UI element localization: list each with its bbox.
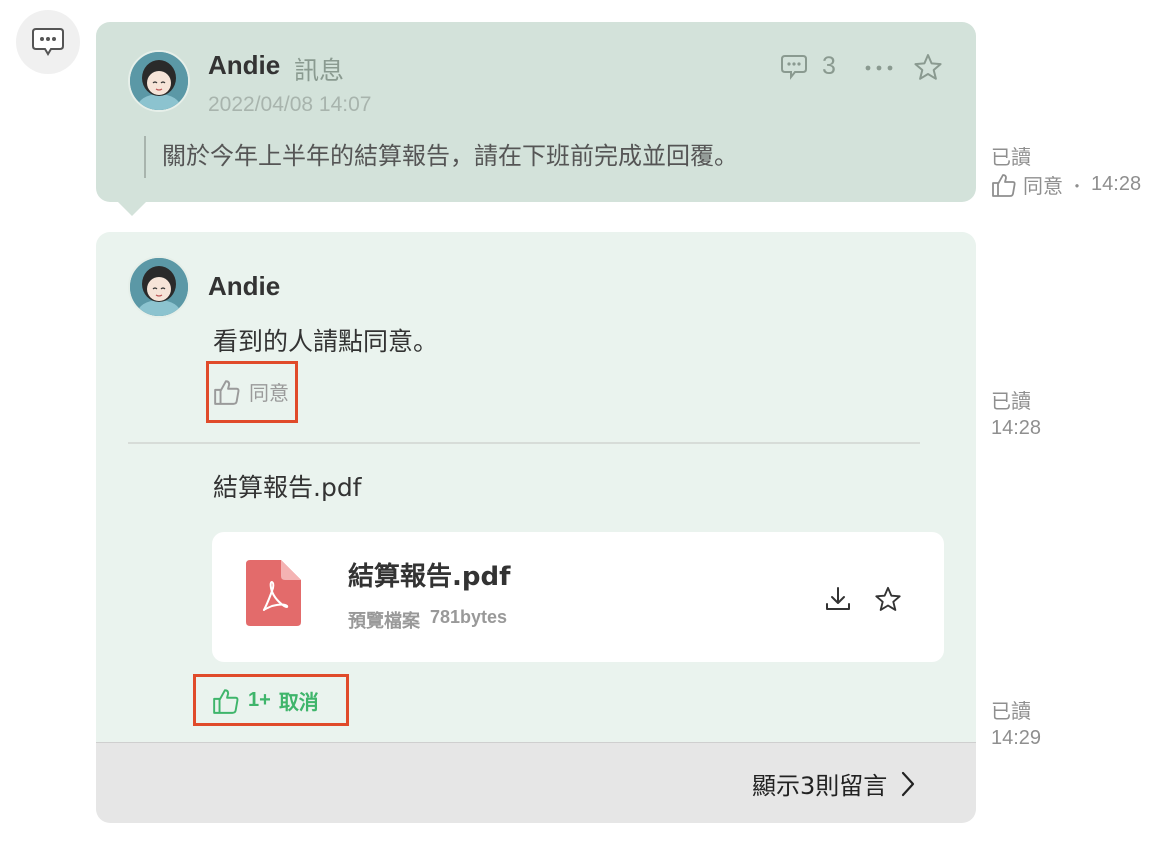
post-type-label: 訊息 (294, 56, 345, 85)
star-icon (914, 54, 942, 80)
comment1-read-status: 已讀 (991, 389, 1031, 413)
comment2-read-status: 已讀 (991, 699, 1031, 723)
post-author-name[interactable]: Andie (208, 50, 280, 81)
show-comments-label: 顯示3則留言 (752, 772, 888, 800)
agree-button[interactable]: 同意 (213, 377, 289, 406)
post-status-separator: ・ (1069, 176, 1086, 196)
file-size: 781bytes (430, 607, 508, 627)
post-agree-label: 同意 (1023, 174, 1063, 198)
comment-author-avatar[interactable] (128, 256, 190, 318)
comment2-time: 14:29 (991, 727, 1042, 749)
agree-count: 1+ (248, 689, 271, 711)
comment1-time: 14:28 (991, 417, 1042, 439)
comment-author-name[interactable]: Andie (208, 271, 280, 302)
favorite-file-button[interactable] (874, 586, 902, 616)
thumbs-up-icon (214, 379, 240, 405)
avatar-image (130, 258, 188, 316)
thumbs-up-icon (213, 688, 239, 714)
post-agree-status: 同意 ・ 14:28 (991, 170, 1141, 199)
chat-bubble-icon (32, 28, 64, 56)
cancel-agree-label: 取消 (278, 690, 319, 714)
comment-icon (781, 54, 807, 80)
file-meta: 預覽檔案 781bytes (348, 607, 507, 633)
download-icon (826, 587, 850, 610)
comment-count-button[interactable]: 3 (780, 52, 836, 81)
comments-panel (96, 232, 976, 822)
post-status-time: 14:28 (1091, 173, 1142, 195)
attachment-message: 結算報告.pdf (213, 473, 362, 502)
file-name[interactable]: 結算報告.pdf (348, 556, 510, 593)
chevron-right-icon (902, 771, 915, 796)
post-header-tail (116, 200, 148, 216)
star-icon (875, 586, 901, 611)
agreed-toggle-button[interactable]: 1+ 取消 (212, 686, 319, 715)
author-avatar[interactable] (128, 50, 190, 112)
show-comments-button[interactable]: 顯示3則留言 (752, 766, 915, 801)
download-button[interactable] (824, 585, 852, 617)
post-datetime: 2022/04/08 14:07 (208, 93, 372, 116)
more-icon (865, 65, 893, 71)
comment-text: 看到的人請點同意。 (213, 327, 439, 356)
pdf-file-icon (246, 560, 301, 626)
message-type-button[interactable] (16, 10, 80, 74)
avatar-image (130, 52, 188, 110)
thumbs-up-icon (992, 173, 1016, 197)
favorite-post-button[interactable] (913, 53, 943, 85)
post-read-status: 已讀 (991, 145, 1031, 169)
preview-file-link[interactable]: 預覽檔案 (348, 607, 420, 633)
more-options-button[interactable] (864, 60, 894, 79)
agree-label: 同意 (249, 381, 289, 405)
comment-divider (128, 442, 920, 444)
post-quote: 關於今年上半年的結算報告，請在下班前完成並回覆。 (144, 136, 738, 178)
comment-count: 3 (822, 52, 836, 80)
